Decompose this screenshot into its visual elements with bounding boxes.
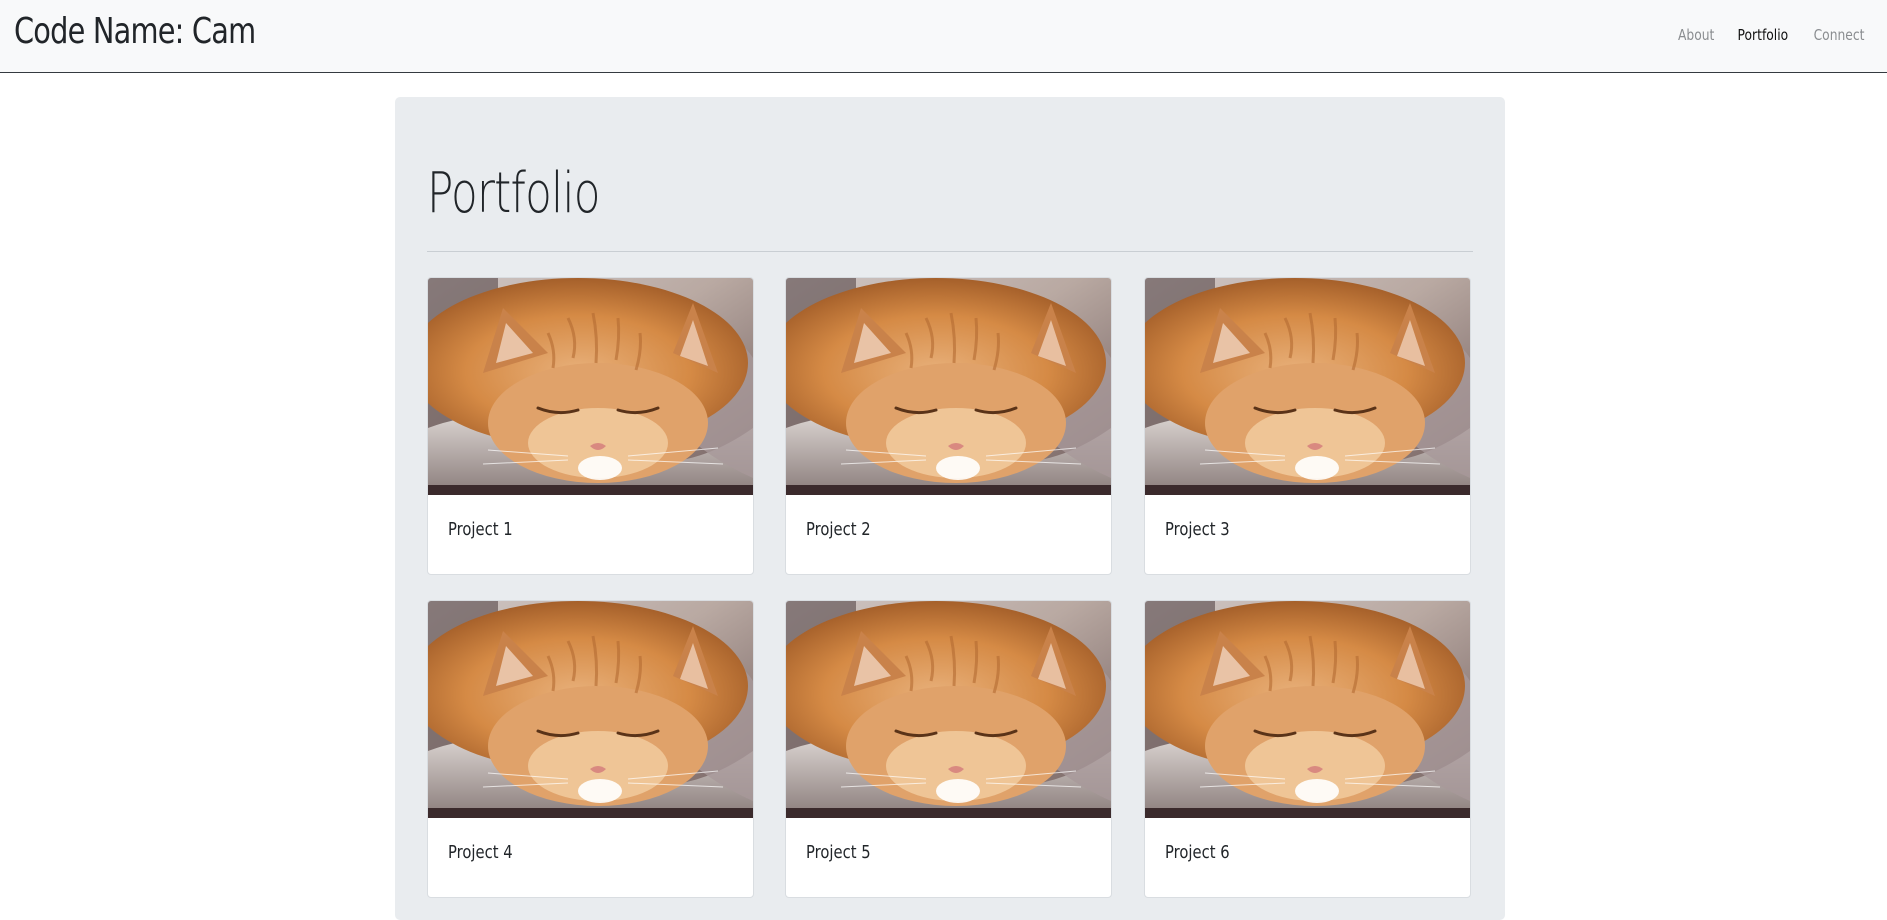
project-card-4[interactable]: Project 4	[427, 600, 754, 898]
divider	[427, 251, 1473, 252]
card-image-cat[interactable]	[786, 601, 1111, 818]
card-image-cat[interactable]	[1145, 601, 1470, 818]
portfolio-section: Portfolio Project 1 Project 2 Project 3 …	[395, 97, 1505, 920]
card-title: Project 3	[1165, 519, 1230, 540]
project-card-3[interactable]: Project 3	[1144, 277, 1471, 575]
project-card-1[interactable]: Project 1	[427, 277, 754, 575]
nav-links: About Portfolio Connect	[1667, 24, 1877, 46]
card-title: Project 1	[448, 519, 513, 540]
project-card-2[interactable]: Project 2	[785, 277, 1112, 575]
card-title: Project 2	[806, 519, 871, 540]
card-title: Project 6	[1165, 842, 1230, 863]
project-card-6[interactable]: Project 6	[1144, 600, 1471, 898]
card-image-cat[interactable]	[428, 278, 753, 495]
card-title: Project 5	[806, 842, 871, 863]
nav-link-portfolio[interactable]: Portfolio	[1732, 24, 1794, 46]
page-title: Portfolio	[427, 161, 600, 226]
card-image-cat[interactable]	[1145, 278, 1470, 495]
nav-link-about[interactable]: About	[1672, 24, 1720, 46]
brand-link[interactable]: Code Name: Cam	[14, 8, 256, 56]
nav-link-connect[interactable]: Connect	[1808, 24, 1870, 46]
card-image-cat[interactable]	[786, 278, 1111, 495]
card-title: Project 4	[448, 842, 513, 863]
card-image-cat[interactable]	[428, 601, 753, 818]
navbar: Code Name: Cam About Portfolio Connect	[0, 0, 1887, 73]
project-card-5[interactable]: Project 5	[785, 600, 1112, 898]
